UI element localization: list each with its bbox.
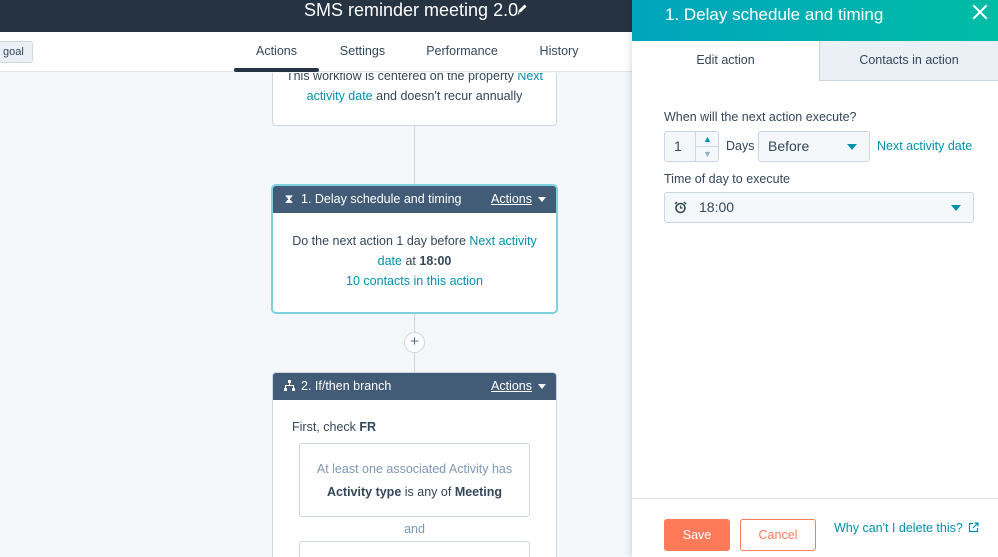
delay-step-title: 1. Delay schedule and timing — [301, 192, 462, 206]
trigger-property-link[interactable]: Next — [517, 73, 543, 83]
cancel-button[interactable]: Cancel — [740, 519, 816, 551]
branch-step-title: 2. If/then branch — [301, 379, 392, 393]
branch-step-header[interactable]: 2. If/then branch Actions — [273, 373, 556, 400]
actions-label: Actions — [491, 192, 532, 206]
workflow-title[interactable]: SMS reminder meeting 2.0 — [304, 0, 518, 22]
filter-value: Meeting — [454, 485, 503, 499]
delay-description: Do the next action 1 day before — [292, 234, 466, 248]
active-tab-indicator — [234, 68, 319, 72]
time-of-day-label: Time of day to execute — [664, 172, 790, 186]
tab-edit-action[interactable]: Edit action — [632, 41, 819, 81]
action-edit-panel: 1. Delay schedule and timing Edit action… — [632, 0, 998, 557]
tab-contacts-in-action[interactable]: Contacts in action — [819, 41, 998, 81]
trigger-text-1: This workflow is centered on the propert… — [285, 73, 514, 83]
delay-time: 18:00 — [419, 254, 452, 268]
panel-footer: Save Cancel Why can't I delete this? — [632, 498, 998, 557]
contacts-in-action-link[interactable]: 10 contacts in this action — [346, 274, 483, 288]
direction-value: Before — [768, 138, 810, 154]
stepper-controls: ▲ ▼ — [695, 132, 719, 161]
chevron-up-icon[interactable]: ▲ — [696, 132, 719, 146]
branch-filter-group[interactable]: At least one associated Activity has Act… — [299, 443, 530, 517]
branch-filter-group-2[interactable] — [299, 541, 530, 557]
delay-property-link-cont[interactable]: date — [378, 254, 402, 268]
goal-button[interactable]: goal — [0, 41, 33, 63]
direction-select[interactable]: Before — [758, 131, 870, 162]
delay-property-link[interactable]: Next activity — [469, 234, 536, 248]
tab-performance[interactable]: Performance — [420, 32, 504, 72]
filter-property: Activity type — [326, 485, 402, 499]
hourglass-icon: ⧗ — [284, 192, 294, 206]
workflow-canvas[interactable]: This workflow is centered on the propert… — [0, 73, 632, 557]
workflow-tabs-bar: goal Actions Settings Performance Histor… — [0, 32, 632, 72]
caret-down-icon — [538, 384, 546, 390]
why-cant-delete-link[interactable]: Why can't I delete this? — [834, 521, 979, 535]
and-connector: and — [404, 522, 425, 536]
time-of-day-select[interactable]: 18:00 — [664, 192, 974, 223]
filter-operator: is any of — [404, 485, 452, 499]
connector-line — [414, 313, 415, 333]
delay-unit-label: Days — [726, 139, 755, 153]
tab-settings[interactable]: Settings — [330, 32, 395, 72]
delay-at-text: at — [405, 254, 416, 268]
panel-title: 1. Delay schedule and timing — [665, 5, 884, 24]
step2-actions-menu[interactable]: Actions — [491, 373, 546, 400]
trigger-property-link-cont[interactable]: activity date — [307, 89, 373, 103]
caret-down-icon — [538, 197, 546, 203]
external-link-icon — [969, 522, 979, 533]
reference-property-link[interactable]: Next activity date — [877, 131, 972, 162]
chevron-down-icon[interactable]: ▼ — [696, 146, 719, 160]
connector-line — [414, 353, 415, 373]
trigger-text-2: and doesn't recur annually — [376, 89, 523, 103]
alarm-clock-icon — [674, 201, 687, 214]
help-link-text: Why can't I delete this? — [834, 521, 963, 535]
delay-amount-stepper[interactable]: 1 ▲ ▼ — [664, 131, 719, 162]
save-button[interactable]: Save — [664, 519, 730, 551]
actions-label: Actions — [491, 379, 532, 393]
close-icon[interactable] — [972, 4, 988, 20]
caret-down-icon — [951, 205, 961, 211]
time-value: 18:00 — [699, 199, 735, 215]
delay-step-header[interactable]: ⧗ 1. Delay schedule and timing Actions — [273, 186, 556, 213]
delay-step-card[interactable]: ⧗ 1. Delay schedule and timing Actions Do… — [272, 185, 557, 313]
panel-header: 1. Delay schedule and timing — [632, 0, 998, 41]
step1-actions-menu[interactable]: Actions — [491, 186, 546, 213]
trigger-card[interactable]: This workflow is centered on the propert… — [272, 73, 557, 126]
connector-line — [414, 126, 415, 184]
filter-association-text: At least one associated Activity has — [316, 462, 513, 476]
branch-check-text: First, check — [292, 420, 356, 434]
delay-amount-value[interactable]: 1 — [674, 132, 682, 161]
delay-question-label: When will the next action execute? — [664, 110, 857, 124]
tab-history[interactable]: History — [530, 32, 588, 72]
add-action-button[interactable]: + — [404, 332, 425, 353]
pencil-icon[interactable] — [516, 2, 528, 16]
branch-name: FR — [359, 420, 377, 434]
tab-actions[interactable]: Actions — [234, 32, 319, 72]
caret-down-icon — [847, 144, 857, 150]
branch-icon — [283, 373, 295, 400]
